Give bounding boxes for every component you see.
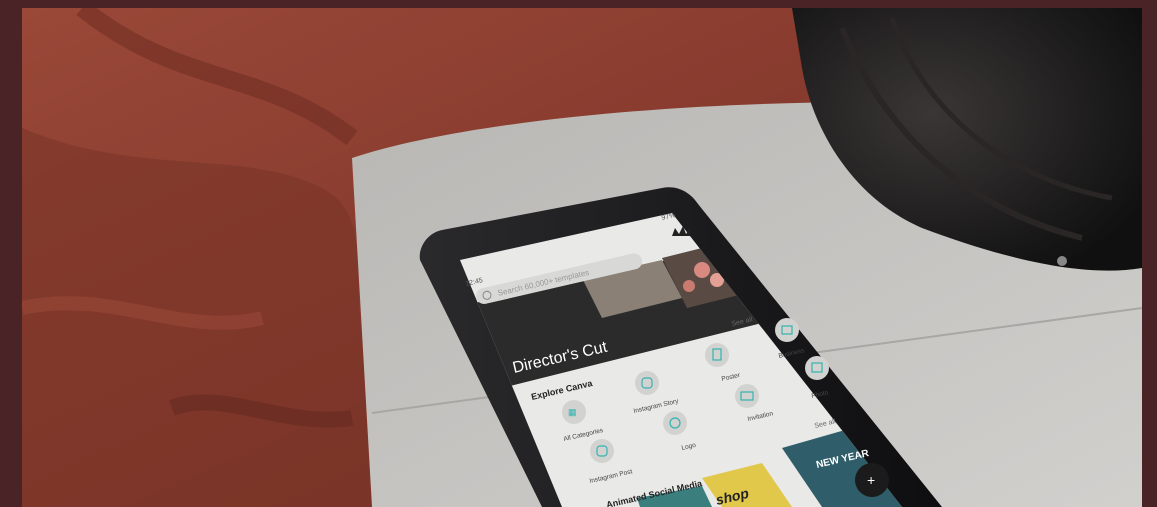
photo-scene: 12:45 97% Search 60,000+ templates Direc… bbox=[22, 8, 1142, 507]
photo-frame: 12:45 97% Search 60,000+ templates Direc… bbox=[0, 0, 1157, 507]
photo: 12:45 97% Search 60,000+ templates Direc… bbox=[22, 8, 1142, 507]
grid-icon: ▦ bbox=[568, 407, 577, 417]
plus-icon: + bbox=[867, 472, 875, 488]
